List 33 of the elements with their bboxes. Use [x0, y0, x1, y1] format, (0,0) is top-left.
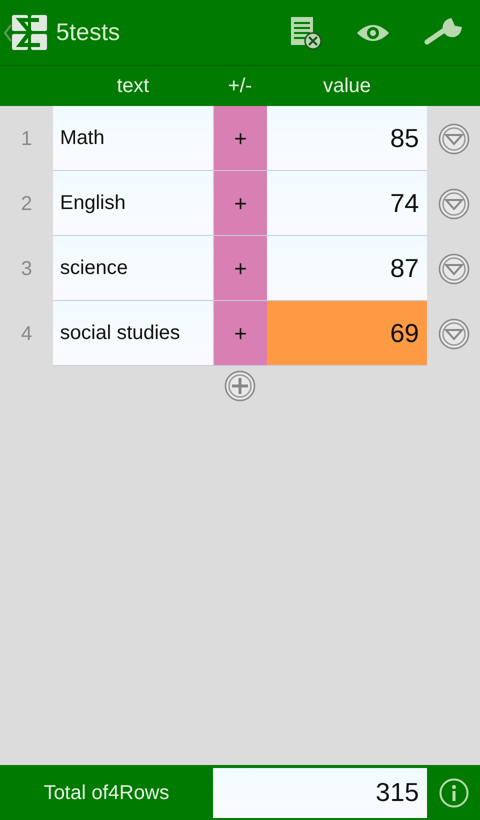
total-value: 315: [213, 768, 427, 818]
row-number: 2: [20, 192, 34, 216]
sign-cell[interactable]: +: [213, 301, 267, 366]
settings-icon[interactable]: [424, 18, 462, 48]
value-cell[interactable]: 69: [267, 301, 427, 366]
sign-cell[interactable]: +: [213, 106, 267, 171]
sign-cell[interactable]: +: [213, 171, 267, 236]
clear-list-icon[interactable]: [290, 14, 322, 50]
eye-icon[interactable]: [356, 22, 390, 42]
dropdown-icon[interactable]: [438, 318, 470, 350]
column-header: value: [322, 74, 372, 99]
text-cell[interactable]: Math: [53, 106, 213, 171]
value-cell[interactable]: 85: [267, 106, 427, 171]
text-cell[interactable]: English: [53, 171, 213, 236]
row-number: 3: [20, 256, 34, 282]
text-cell[interactable]: science: [53, 236, 213, 301]
dropdown-icon[interactable]: [438, 188, 470, 220]
sign-cell[interactable]: +: [213, 236, 267, 301]
add-row-icon[interactable]: [224, 370, 256, 402]
back-icon[interactable]: [4, 24, 12, 42]
value-cell[interactable]: 87: [267, 236, 427, 301]
row-number: 4: [20, 322, 34, 346]
total-label: Total of4Rows: [42, 780, 170, 806]
dropdown-icon[interactable]: [438, 252, 470, 284]
sigma-logo-icon[interactable]: [12, 14, 48, 50]
value-cell[interactable]: 74: [267, 171, 427, 236]
text-cell[interactable]: social studies: [53, 301, 213, 366]
dropdown-icon[interactable]: [438, 122, 470, 154]
column-header: +/-: [227, 74, 253, 99]
row-number: 1: [20, 126, 34, 152]
column-header: text: [116, 74, 150, 99]
info-icon[interactable]: [439, 778, 469, 808]
app-title: 5tests: [56, 18, 120, 48]
